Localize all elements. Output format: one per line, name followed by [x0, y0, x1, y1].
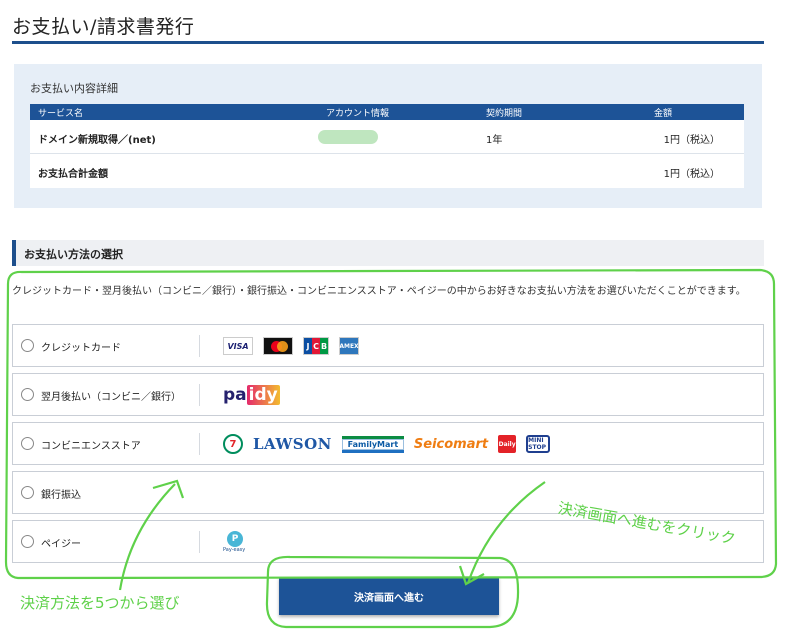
total-row: お支払合計金額 1円（税込） — [30, 154, 744, 188]
seven-eleven-logo: 7 — [223, 434, 243, 454]
radio-button[interactable] — [21, 437, 34, 450]
option-label: ペイジー — [41, 539, 81, 550]
service-name: ドメイン新規取得／(net) — [38, 135, 156, 146]
store-logos: 7 LAWSON FamilyMart Seicomart Daily MINI… — [223, 433, 551, 455]
radio-button[interactable] — [21, 388, 34, 401]
total-label: お支払合計金額 — [38, 169, 108, 180]
payment-method-description: クレジットカード・翌月後払い（コンビニ／銀行）・銀行振込・コンビニエンスストア・… — [12, 286, 746, 297]
total-amount: 1円（税込） — [663, 169, 720, 180]
jcb-logo: J C B — [303, 337, 329, 355]
column-period: 契約期間 — [486, 109, 523, 119]
ministop-logo: MINI STOP — [526, 435, 551, 453]
visa-logo: VISA — [223, 337, 253, 355]
radio-button[interactable] — [21, 339, 34, 352]
option-label: コンビニエンスストア — [41, 441, 141, 452]
column-account: アカウント情報 — [326, 109, 390, 119]
option-deferred-payment[interactable]: 翌月後払い（コンビニ／銀行） pa idy — [12, 373, 764, 416]
payment-details-heading: お支払い内容詳細 — [30, 82, 118, 95]
amex-logo: AMEX — [339, 337, 359, 355]
option-divider — [199, 335, 200, 357]
payment-method-heading: お支払い方法の選択 — [24, 248, 123, 261]
lawson-logo: LAWSON — [253, 435, 332, 453]
option-convenience-store[interactable]: コンビニエンスストア 7 LAWSON FamilyMart Seicomart… — [12, 422, 764, 465]
familymart-logo: FamilyMart — [341, 435, 404, 453]
mastercard-logo — [263, 337, 293, 355]
paidy-logo: pa idy — [223, 385, 280, 405]
option-bank-transfer[interactable]: 銀行振込 — [12, 471, 764, 514]
column-service: サービス名 — [38, 109, 84, 119]
card-logos: VISA J C B AMEX — [223, 335, 359, 357]
payeasy-logo: P Pay-easy — [223, 531, 249, 553]
option-label: 翌月後払い（コンビニ／銀行） — [41, 392, 181, 403]
account-info-masked — [318, 130, 378, 144]
contract-period: 1年 — [486, 135, 503, 146]
daily-logo: Daily — [498, 435, 517, 453]
option-divider — [199, 384, 200, 406]
column-amount: 金額 — [654, 109, 673, 119]
table-header: サービス名 アカウント情報 契約期間 金額 — [30, 104, 744, 120]
table-row: ドメイン新規取得／(net) 1年 1円（税込） — [30, 120, 744, 154]
option-credit-card[interactable]: クレジットカード VISA J C B AMEX — [12, 324, 764, 367]
row-amount: 1円（税込） — [663, 135, 720, 146]
page-title: お支払い/請求書発行 — [12, 16, 195, 38]
proceed-to-payment-button[interactable]: 決済画面へ進む — [279, 577, 499, 615]
seicomart-logo: Seicomart — [413, 436, 489, 452]
radio-button[interactable] — [21, 535, 34, 548]
option-label: クレジットカード — [41, 343, 121, 354]
title-rule — [12, 41, 764, 44]
annotation-note-left: 決済方法を5つから選び — [20, 594, 180, 612]
radio-button[interactable] — [21, 486, 34, 499]
option-label: 銀行振込 — [41, 490, 81, 501]
option-divider — [199, 433, 200, 455]
payment-details-table: サービス名 アカウント情報 契約期間 金額 ドメイン新規取得／(net) 1年 … — [30, 104, 744, 188]
payment-method-heading-bar — [12, 240, 764, 266]
option-divider — [199, 531, 200, 553]
